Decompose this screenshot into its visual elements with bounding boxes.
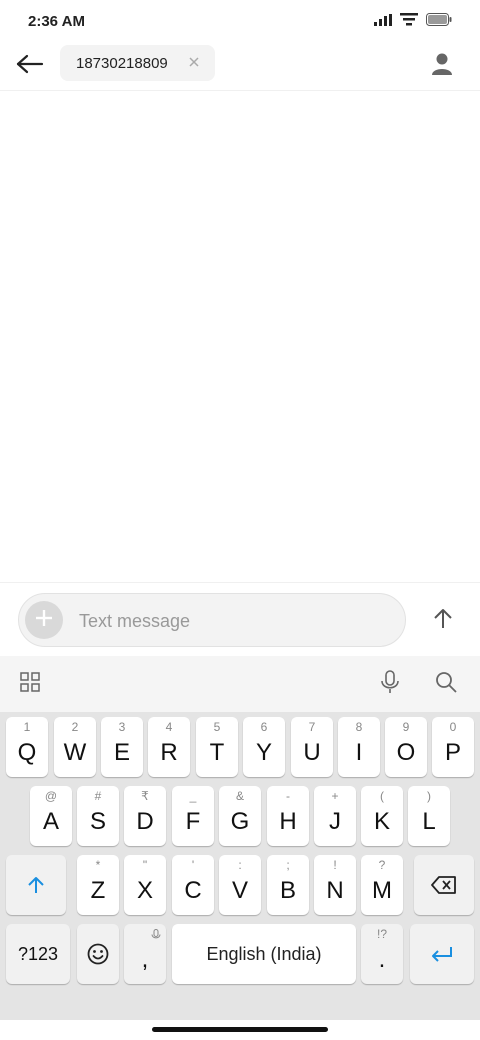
add-attachment-button[interactable] — [25, 601, 63, 639]
backspace-key[interactable] — [414, 855, 474, 915]
compose-field[interactable] — [18, 593, 406, 647]
key-n[interactable]: ! N — [314, 855, 356, 915]
comma-key[interactable]: , — [124, 924, 166, 984]
key-u[interactable]: 7 U — [291, 717, 333, 777]
signal-icon — [374, 13, 392, 31]
status-bar: 2:36 AM — [0, 0, 480, 44]
voice-input-button[interactable] — [376, 669, 404, 699]
person-icon — [431, 52, 453, 81]
key-q[interactable]: 1 Q — [6, 717, 48, 777]
space-key[interactable]: English (India) — [172, 924, 356, 984]
symbols-key[interactable]: ?123 — [6, 924, 70, 984]
key-x[interactable]: " X — [124, 855, 166, 915]
period-key[interactable]: !? . — [361, 924, 403, 984]
emoji-key[interactable] — [77, 924, 119, 984]
key-v[interactable]: : V — [219, 855, 261, 915]
compose-bar — [0, 582, 480, 657]
key-h[interactable]: - H — [267, 786, 309, 846]
keyboard-menu-button[interactable] — [16, 670, 44, 698]
message-list[interactable] — [0, 91, 480, 581]
plus-icon — [35, 609, 53, 632]
back-button[interactable] — [14, 50, 46, 82]
key-e[interactable]: 3 E — [101, 717, 143, 777]
keyboard-search-button[interactable] — [432, 670, 460, 698]
keyboard: 1 Q 2 W 3 E 4 R 5 T 6 Y 7 U 8 I 9 O 0 P … — [0, 656, 480, 1020]
key-r[interactable]: 4 R — [148, 717, 190, 777]
backspace-icon — [414, 855, 474, 915]
home-indicator[interactable] — [152, 1027, 328, 1032]
key-c[interactable]: ' C — [172, 855, 214, 915]
battery-icon — [426, 13, 452, 31]
arrow-up-icon — [433, 607, 453, 634]
key-t[interactable]: 5 T — [196, 717, 238, 777]
key-b[interactable]: ; B — [267, 855, 309, 915]
send-button[interactable] — [430, 607, 456, 633]
keyboard-toolbar — [0, 656, 480, 712]
enter-icon — [410, 924, 474, 984]
text-message-input[interactable] — [77, 608, 391, 634]
key-k[interactable]: ( K — [361, 786, 403, 846]
navigation-bar — [0, 1020, 480, 1040]
status-icons — [374, 13, 452, 31]
key-i[interactable]: 8 I — [338, 717, 380, 777]
grid-icon — [20, 671, 40, 697]
shift-key[interactable] — [6, 855, 66, 915]
mic-icon — [380, 669, 400, 699]
search-icon — [435, 671, 457, 698]
key-p[interactable]: 0 P — [432, 717, 474, 777]
key-d[interactable]: ₹ D — [124, 786, 166, 846]
enter-key[interactable] — [410, 924, 474, 984]
status-time: 2:36 AM — [28, 13, 85, 30]
shift-arrow-icon — [6, 855, 66, 915]
wifi-icon — [400, 13, 418, 31]
key-o[interactable]: 9 O — [385, 717, 427, 777]
conversation-header: 18730218809 — [0, 44, 480, 91]
remove-recipient-icon[interactable] — [187, 55, 201, 69]
arrow-left-icon — [16, 54, 44, 79]
key-s[interactable]: # S — [77, 786, 119, 846]
emoji-icon — [77, 924, 119, 984]
key-g[interactable]: & G — [219, 786, 261, 846]
key-y[interactable]: 6 Y — [243, 717, 285, 777]
recipient-chip[interactable]: 18730218809 — [60, 45, 215, 81]
mic-icon — [151, 928, 161, 946]
key-a[interactable]: @ A — [30, 786, 72, 846]
key-f[interactable]: _ F — [172, 786, 214, 846]
key-m[interactable]: ? M — [361, 855, 403, 915]
key-z[interactable]: * Z — [77, 855, 119, 915]
contact-button[interactable] — [426, 50, 458, 82]
key-w[interactable]: 2 W — [54, 717, 96, 777]
key-l[interactable]: ) L — [408, 786, 450, 846]
recipient-number: 18730218809 — [76, 54, 168, 72]
key-j[interactable]: + J — [314, 786, 356, 846]
